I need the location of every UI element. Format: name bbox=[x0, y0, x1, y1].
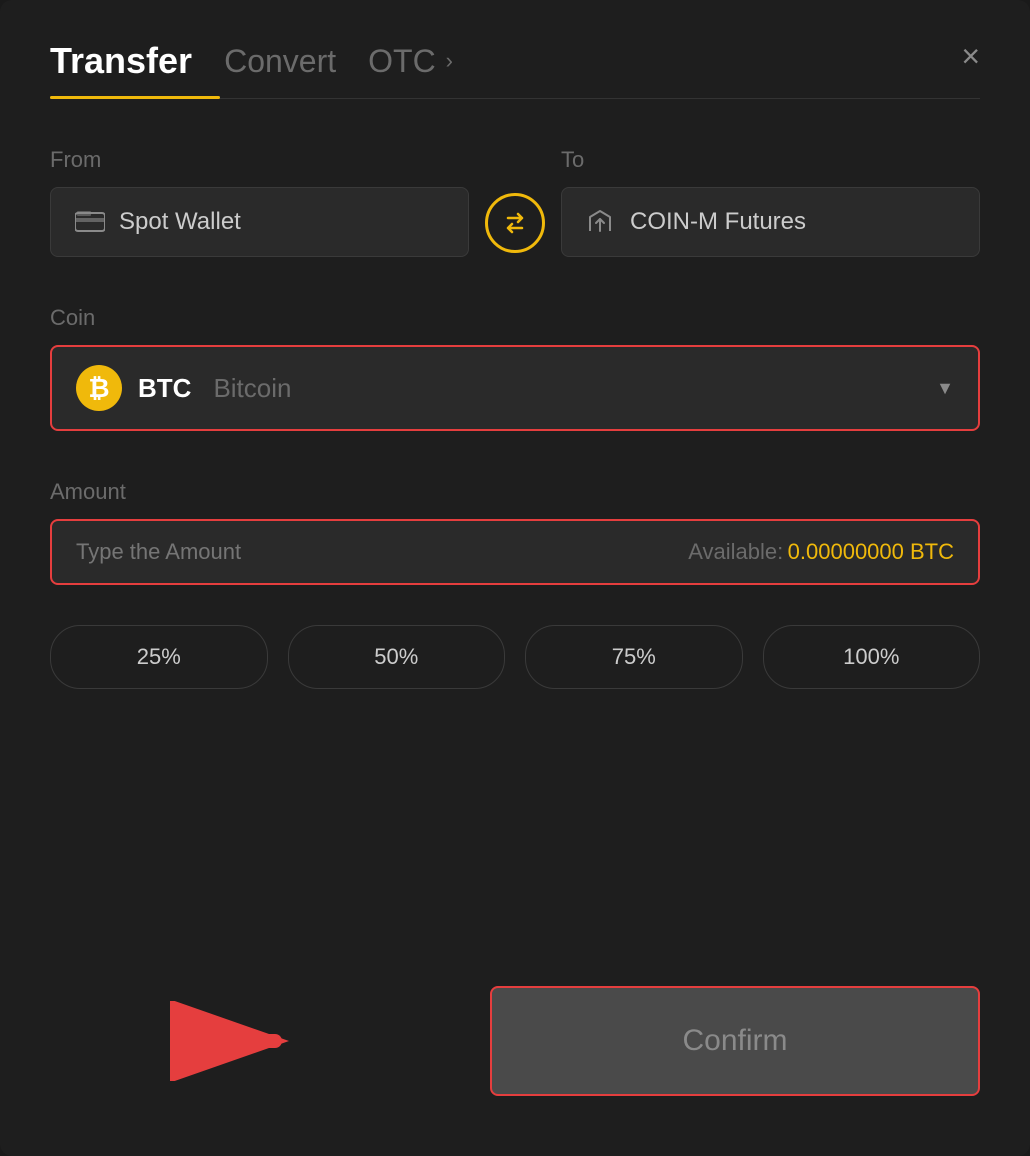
bottom-area: Confirm bbox=[50, 986, 980, 1096]
from-label: From bbox=[50, 147, 469, 173]
pct-100-button[interactable]: 100% bbox=[763, 625, 981, 689]
to-section: To COIN-M Futures bbox=[561, 147, 980, 257]
from-section: From Spot Wallet bbox=[50, 147, 469, 257]
coin-name: Bitcoin bbox=[213, 373, 291, 404]
available-info: Available: 0.00000000 BTC bbox=[688, 539, 954, 565]
swap-btn-wrap bbox=[485, 193, 545, 253]
tab-convert[interactable]: Convert bbox=[224, 43, 336, 96]
pct-50-button[interactable]: 50% bbox=[288, 625, 506, 689]
header: Transfer Convert OTC › × bbox=[50, 40, 980, 98]
pct-25-button[interactable]: 25% bbox=[50, 625, 268, 689]
amount-input[interactable] bbox=[76, 539, 515, 565]
available-value: 0.00000000 BTC bbox=[788, 539, 954, 564]
from-wallet-select[interactable]: Spot Wallet bbox=[50, 187, 469, 257]
swap-button[interactable] bbox=[485, 193, 545, 253]
wallet-icon bbox=[75, 211, 105, 233]
to-wallet-label: COIN-M Futures bbox=[630, 208, 806, 236]
close-button[interactable]: × bbox=[961, 40, 980, 88]
transfer-modal: Transfer Convert OTC › × From Spot Walle… bbox=[0, 0, 1030, 1156]
percent-row: 25% 50% 75% 100% bbox=[50, 625, 980, 689]
btc-icon: ₿ bbox=[76, 365, 122, 411]
to-wallet-select[interactable]: COIN-M Futures bbox=[561, 187, 980, 257]
tab-otc[interactable]: OTC › bbox=[368, 43, 453, 96]
tab-underline-row bbox=[50, 98, 980, 99]
coin-symbol: BTC bbox=[138, 373, 191, 404]
amount-section: Amount Available: 0.00000000 BTC bbox=[50, 479, 980, 585]
coin-section: Coin ₿ BTC Bitcoin ▼ bbox=[50, 305, 980, 431]
from-to-row: From Spot Wallet To bbox=[50, 147, 980, 257]
from-wallet-label: Spot Wallet bbox=[119, 208, 241, 236]
otc-chevron-icon: › bbox=[446, 48, 453, 74]
amount-label: Amount bbox=[50, 479, 980, 505]
active-tab-indicator bbox=[50, 96, 220, 99]
swap-icon bbox=[500, 208, 530, 238]
amount-input-wrap: Available: 0.00000000 BTC bbox=[50, 519, 980, 585]
arrow-indicator bbox=[170, 1001, 290, 1086]
coin-label: Coin bbox=[50, 305, 980, 331]
confirm-button[interactable]: Confirm bbox=[490, 986, 980, 1096]
tab-transfer[interactable]: Transfer bbox=[50, 40, 192, 98]
arrow-icon bbox=[170, 1001, 290, 1081]
pct-75-button[interactable]: 75% bbox=[525, 625, 743, 689]
to-label: To bbox=[561, 147, 980, 173]
futures-icon bbox=[586, 209, 616, 235]
coin-chevron-icon: ▼ bbox=[936, 378, 954, 399]
coin-select[interactable]: ₿ BTC Bitcoin ▼ bbox=[50, 345, 980, 431]
available-label: Available: bbox=[688, 539, 783, 564]
